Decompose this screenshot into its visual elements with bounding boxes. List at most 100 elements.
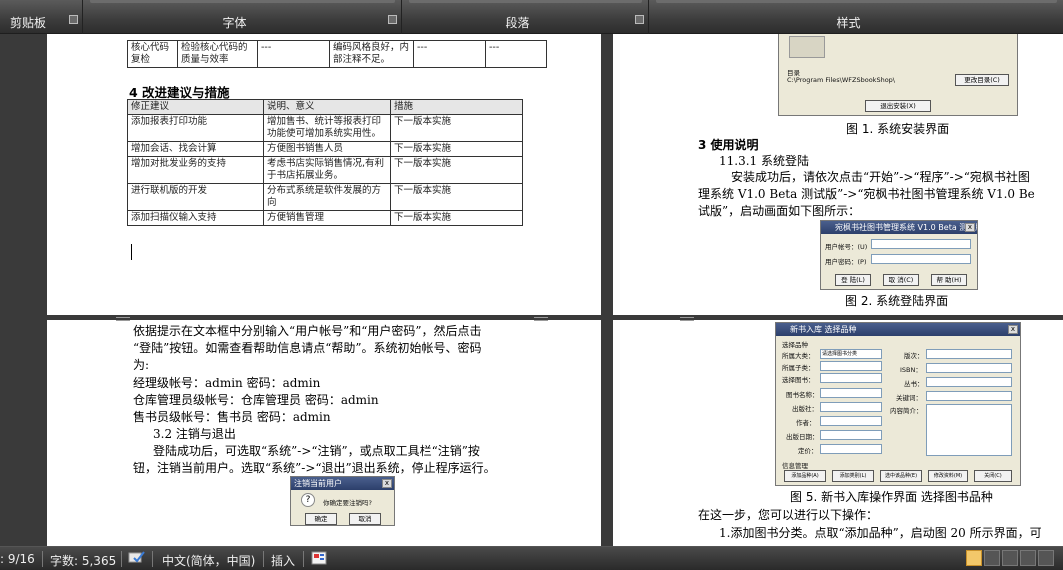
field-label: 图书名称：	[786, 391, 819, 399]
dialog-launcher-icon[interactable]	[635, 15, 644, 24]
table-row: 添加报表打印功能 增加售书、统计等报表打印功能使可增加系统实用性。 下一版本实施	[127, 114, 523, 142]
group-label: 信息管理	[782, 462, 808, 470]
subsection-heading: 3.2 注销与退出	[153, 427, 236, 441]
ribbon-group-label: 字体	[222, 16, 247, 30]
field-label: 所属大类：	[782, 352, 815, 360]
page-3[interactable]: 依据提示在文本框中分别输入“用户帐号”和“用户密码”，然后点击 “登陆”按钮。如…	[47, 320, 601, 546]
improvement-table: 修正建议 说明、意义 措施 添加报表打印功能 增加售书、统计等报表打印功能使可增…	[127, 99, 523, 226]
table-cell: 增加对批发业务的支持	[127, 156, 264, 184]
field-label: 作者：	[796, 419, 816, 427]
ribbon-group-styles: 样式	[650, 0, 1063, 34]
user-field	[871, 239, 971, 249]
question-icon: ?	[301, 493, 315, 507]
dialog-title-text: 新书入库 选择品种	[790, 325, 857, 334]
word-count[interactable]: 字数: 5,365	[50, 552, 116, 569]
dialog-title: 宛枫书社图书管理系统 V1.0 Beta 测试版 登陆x	[821, 221, 977, 234]
exit-install-button[interactable]: 退出安装(X)	[865, 100, 931, 112]
dialog-title-text: 注销当前用户	[294, 479, 342, 488]
draft-view-icon[interactable]	[1038, 550, 1054, 566]
add-category-button: 添加类别(L)	[832, 470, 874, 482]
table-cell: 下一版本实施	[390, 141, 523, 157]
close-button: 关闭(C)	[974, 470, 1012, 482]
field-label: 选择图书：	[782, 376, 815, 384]
ribbon-group-clipboard: 剪贴板	[0, 0, 83, 34]
close-icon: x	[1008, 325, 1018, 334]
cancel-button: 取 消(C)	[883, 274, 919, 286]
group-label: 选择品种	[782, 341, 808, 349]
user-label: 用户帐号：(U)	[825, 243, 868, 251]
ribbon-strip	[90, 0, 395, 3]
status-bar: : 9/16 字数: 5,365 中文(简体，中国) 插入	[0, 546, 1063, 570]
web-layout-icon[interactable]	[1002, 550, 1018, 566]
table-cell: 核心代码复检	[127, 40, 178, 68]
table-row: 增加会话、找会计算 方便图书销售人员 下一版本实施	[127, 141, 523, 157]
login-dialog-screenshot: 宛枫书社图书管理系统 V1.0 Beta 测试版 登陆x 用户帐号：(U) 用户…	[820, 220, 978, 290]
cancel-button: 取消	[349, 513, 381, 525]
page-indicator[interactable]: : 9/16	[0, 552, 35, 566]
paragraph-line: 钮，注销当前用户。选取“系统”->“退出”退出系统，停止程序运行。	[133, 461, 496, 475]
table-cell: 下一版本实施	[390, 114, 523, 142]
field-label: 出版社：	[792, 405, 818, 413]
table-cell: 方便销售管理	[263, 210, 391, 226]
install-icon	[789, 36, 825, 58]
paragraph-line: “登陆”按钮。如需查看帮助信息请点“帮助”。系统初始帐号、密码	[133, 341, 482, 355]
table-cell: ---	[485, 40, 547, 68]
field-box	[820, 373, 882, 383]
field-label: 定价：	[798, 447, 818, 455]
pwd-field	[871, 254, 971, 264]
print-layout-view-icon[interactable]	[966, 550, 982, 566]
change-dir-button[interactable]: 更改目录(C)	[955, 74, 1009, 86]
language-indicator[interactable]: 中文(简体，中国)	[162, 552, 255, 569]
pwd-label: 用户密码：(P)	[825, 258, 867, 266]
table-header-row: 修正建议 说明、意义 措施	[127, 99, 523, 115]
text-cursor	[131, 244, 132, 260]
table-row: 增加对批发业务的支持 考虑书店实际销售情况,有利于书店拓展业务。 下一版本实施	[127, 156, 523, 184]
dialog-launcher-icon[interactable]	[69, 15, 78, 24]
paragraph-line: 在这一步，您可以进行以下操作：	[698, 508, 879, 522]
dialog-title: 注销当前用户 x	[291, 477, 394, 490]
ribbon-group-label: 剪贴板	[9, 16, 46, 30]
field-box	[820, 444, 882, 454]
page-1[interactable]: 核心代码复检 检验核心代码的质量与效率 --- 编码风格良好，内部注释不足。 -…	[47, 34, 601, 315]
full-screen-reading-icon[interactable]	[984, 550, 1000, 566]
select-variety-button: 选中该品种(E)	[880, 470, 922, 482]
paragraph-line: 安装成功后，请依次点击“开始”->“程序”->“宛枫书社图	[731, 170, 1030, 184]
document-canvas[interactable]: 核心代码复检 检验核心代码的质量与效率 --- 编码风格良好，内部注释不足。 -…	[0, 34, 1063, 546]
paragraph-line: 售书员级帐号：售书员 密码：admin	[133, 410, 331, 424]
paragraph-line: 经理级帐号：admin 密码：admin	[133, 376, 321, 390]
figure-caption: 图 5. 新书入库操作界面 选择图书品种	[790, 490, 993, 504]
ribbon-group-label: 样式	[836, 16, 861, 30]
field-box	[820, 402, 882, 412]
table-cell: 添加扫描仪输入支持	[127, 210, 264, 226]
category-combo: 请选择图书分类	[820, 349, 882, 359]
page-4[interactable]: 新书入库 选择品种 x 选择品种 所属大类： 请选择图书分类 所属子类： 选择图书…	[613, 320, 1063, 546]
page-2[interactable]: 目录 C:\Program Files\WFZSbookShop\ 更改目录(C…	[613, 34, 1063, 315]
crop-mark	[534, 310, 548, 318]
ribbon-strip	[409, 0, 642, 3]
ribbon-group-label: 段落	[505, 16, 530, 30]
ribbon-group-bar: 剪贴板 字体 段落 样式	[0, 0, 1063, 34]
crop-mark	[116, 320, 130, 328]
close-icon: x	[965, 223, 975, 232]
outline-view-icon[interactable]	[1020, 550, 1036, 566]
field-label: ISBN：	[900, 366, 922, 374]
status-separator	[303, 551, 304, 567]
field-label: 所属子类：	[782, 364, 815, 372]
table-cell: 下一版本实施	[390, 183, 523, 211]
paragraph-line: 登陆成功后，可选取“系统”->“注销”，或点取工具栏“注销”按	[153, 444, 480, 458]
field-label: 内容简介：	[890, 407, 923, 415]
section-heading: 3 使用说明	[698, 138, 759, 152]
field-box	[926, 377, 1012, 387]
install-path: C:\Program Files\WFZSbookShop\	[787, 76, 895, 84]
macro-record-icon[interactable]	[311, 551, 327, 565]
proofing-icon[interactable]	[128, 550, 146, 566]
paragraph-line: 依据提示在文本框中分别输入“用户帐号”和“用户密码”，然后点击	[133, 324, 482, 338]
insert-mode[interactable]: 插入	[271, 552, 295, 569]
paragraph-line: 1.添加图书分类。点取“添加品种”，启动图 20 所示界面，可	[719, 526, 1042, 540]
field-box	[820, 416, 882, 426]
crop-mark	[116, 310, 130, 318]
column-header: 说明、意义	[263, 99, 391, 115]
table-row: 核心代码复检 检验核心代码的质量与效率 --- 编码风格良好，内部注释不足。 -…	[127, 40, 547, 68]
table-row: 添加扫描仪输入支持 方便销售管理 下一版本实施	[127, 210, 523, 226]
dialog-launcher-icon[interactable]	[388, 15, 397, 24]
